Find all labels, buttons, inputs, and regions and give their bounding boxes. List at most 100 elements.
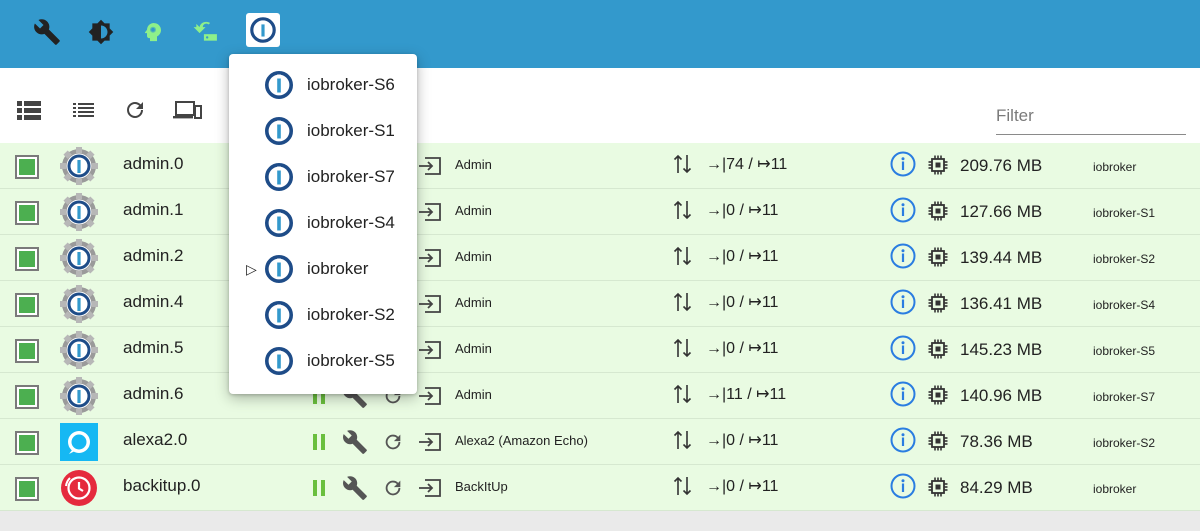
- enabled-checkbox[interactable]: [15, 339, 39, 363]
- instance-row[interactable]: admin.1 Admin →|0 / ↦11 127.66 MB iobrok…: [0, 189, 1200, 235]
- memory-chip-icon: [928, 385, 948, 405]
- instance-row[interactable]: admin.2 Admin →|0 / ↦11 139.44 MB iobrok…: [0, 235, 1200, 281]
- events-count: →|0 / ↦11: [706, 248, 779, 265]
- host-menu-item[interactable]: iobroker-S2: [229, 292, 417, 338]
- info-icon[interactable]: [890, 289, 916, 315]
- open-link-icon[interactable]: [418, 201, 442, 223]
- selected-indicator-icon: ▷: [246, 261, 257, 277]
- instance-row[interactable]: backitup.0 BackItUp →|0 / ↦11 84.29 MB i…: [0, 465, 1200, 511]
- events-count: →|0 / ↦11: [706, 294, 779, 311]
- memory-usage: 140.96 MB: [960, 386, 1043, 405]
- enabled-checkbox[interactable]: [15, 385, 39, 409]
- enabled-checkbox[interactable]: [15, 247, 39, 271]
- host-menu-item[interactable]: iobroker-S1: [229, 108, 417, 154]
- head-icon[interactable]: [139, 14, 167, 50]
- instance-row[interactable]: admin.0 Admin →|74 / ↦11 209.76 MB iobro…: [0, 143, 1200, 189]
- open-link-icon[interactable]: [418, 339, 442, 361]
- events-arrows-icon: [673, 383, 693, 405]
- enabled-checkbox[interactable]: [15, 293, 39, 317]
- host-menu-item-label: iobroker-S2: [307, 305, 395, 324]
- memory-chip-icon: [928, 247, 948, 267]
- instance-title: Admin: [455, 295, 492, 310]
- open-link-icon[interactable]: [418, 431, 442, 453]
- refresh-icon[interactable]: [121, 96, 149, 124]
- host-menu-item[interactable]: iobroker-S5: [229, 338, 417, 384]
- devices-icon[interactable]: [172, 96, 204, 124]
- admin-instance-icon: [60, 239, 98, 277]
- filter-input[interactable]: [996, 100, 1186, 132]
- instance-title: BackItUp: [455, 479, 508, 494]
- memory-chip-icon: [928, 477, 948, 497]
- info-icon[interactable]: [890, 151, 916, 177]
- events-count: →|0 / ↦11: [706, 202, 779, 219]
- memory-chip-icon: [928, 201, 948, 221]
- events-count: →|11 / ↦11: [706, 386, 787, 403]
- info-icon[interactable]: [890, 473, 916, 499]
- view-tile-icon[interactable]: [15, 96, 43, 124]
- instance-name: admin.1: [123, 200, 184, 219]
- events-arrows-icon: [673, 475, 693, 497]
- pause-icon[interactable]: [306, 429, 332, 455]
- host-menu-item[interactable]: iobroker-S7: [229, 154, 417, 200]
- memory-chip-icon: [928, 339, 948, 359]
- events-in: 0: [726, 202, 736, 219]
- info-icon[interactable]: [890, 243, 916, 269]
- brightness-icon[interactable]: [87, 14, 115, 50]
- memory-chip-icon: [928, 155, 948, 175]
- host-menu-item[interactable]: iobroker-S6: [229, 62, 417, 108]
- settings-wrench-icon[interactable]: [342, 429, 368, 455]
- pause-icon[interactable]: [306, 475, 332, 501]
- instance-row[interactable]: alexa2.0 Alexa2 (Amazon Echo) →|0 / ↦11 …: [0, 419, 1200, 465]
- instance-title: Admin: [455, 387, 492, 402]
- open-link-icon[interactable]: [418, 385, 442, 407]
- events-out: 11: [761, 340, 779, 357]
- filter-field[interactable]: [996, 100, 1186, 135]
- settings-wrench-icon[interactable]: [342, 475, 368, 501]
- host-selector-button[interactable]: [246, 13, 280, 47]
- instances-table: admin.0 Admin →|74 / ↦11 209.76 MB iobro…: [0, 143, 1200, 531]
- instance-controls: [306, 429, 410, 455]
- open-link-icon[interactable]: [418, 477, 442, 499]
- host-name: iobroker: [1093, 482, 1137, 496]
- events-out: 11: [761, 478, 779, 495]
- instance-name: alexa2.0: [123, 430, 188, 449]
- events-arrows-icon: [673, 199, 693, 221]
- instance-title: Admin: [455, 249, 492, 264]
- instance-title: Alexa2 (Amazon Echo): [455, 433, 588, 448]
- open-link-icon[interactable]: [418, 293, 442, 315]
- iobroker-logo-icon: [264, 254, 294, 284]
- enabled-checkbox[interactable]: [15, 477, 39, 501]
- instance-row[interactable]: admin.4 Admin →|0 / ↦11 136.41 MB iobrok…: [0, 281, 1200, 327]
- iobroker-logo-icon: [264, 346, 294, 376]
- events-out: 11: [761, 432, 779, 449]
- host-menu-item[interactable]: iobroker-S4: [229, 200, 417, 246]
- enabled-checkbox[interactable]: [15, 431, 39, 455]
- host-name: iobroker: [1093, 160, 1137, 174]
- view-list-icon[interactable]: [69, 96, 97, 124]
- host-name: iobroker-S5: [1093, 344, 1156, 358]
- info-icon[interactable]: [890, 335, 916, 361]
- host-menu-item[interactable]: ▷ iobroker: [229, 246, 417, 292]
- enabled-checkbox[interactable]: [15, 155, 39, 179]
- restart-instance-icon[interactable]: [380, 475, 406, 501]
- info-icon[interactable]: [890, 197, 916, 223]
- info-icon[interactable]: [890, 381, 916, 407]
- backitup-instance-icon: [60, 469, 98, 507]
- instance-name: backitup.0: [123, 476, 201, 495]
- open-link-icon[interactable]: [418, 247, 442, 269]
- instance-name: admin.5: [123, 338, 184, 357]
- enabled-checkbox[interactable]: [15, 201, 39, 225]
- info-icon[interactable]: [890, 427, 916, 453]
- restart-icon[interactable]: [191, 14, 219, 50]
- restart-instance-icon[interactable]: [380, 429, 406, 455]
- events-count: →|0 / ↦11: [706, 432, 779, 449]
- instance-row[interactable]: admin.6 Admin →|11 / ↦11 140.96 MB iobro…: [0, 373, 1200, 419]
- open-link-icon[interactable]: [418, 155, 442, 177]
- iobroker-logo-icon: [264, 208, 294, 238]
- memory-usage: 127.66 MB: [960, 202, 1043, 221]
- instance-row[interactable]: admin.5 Admin →|0 / ↦11 145.23 MB iobrok…: [0, 327, 1200, 373]
- host-name: iobroker-S4: [1093, 298, 1156, 312]
- wrench-icon[interactable]: [33, 14, 61, 50]
- host-menu-item-label: iobroker-S6: [307, 75, 395, 94]
- alexa-instance-icon: [60, 423, 98, 461]
